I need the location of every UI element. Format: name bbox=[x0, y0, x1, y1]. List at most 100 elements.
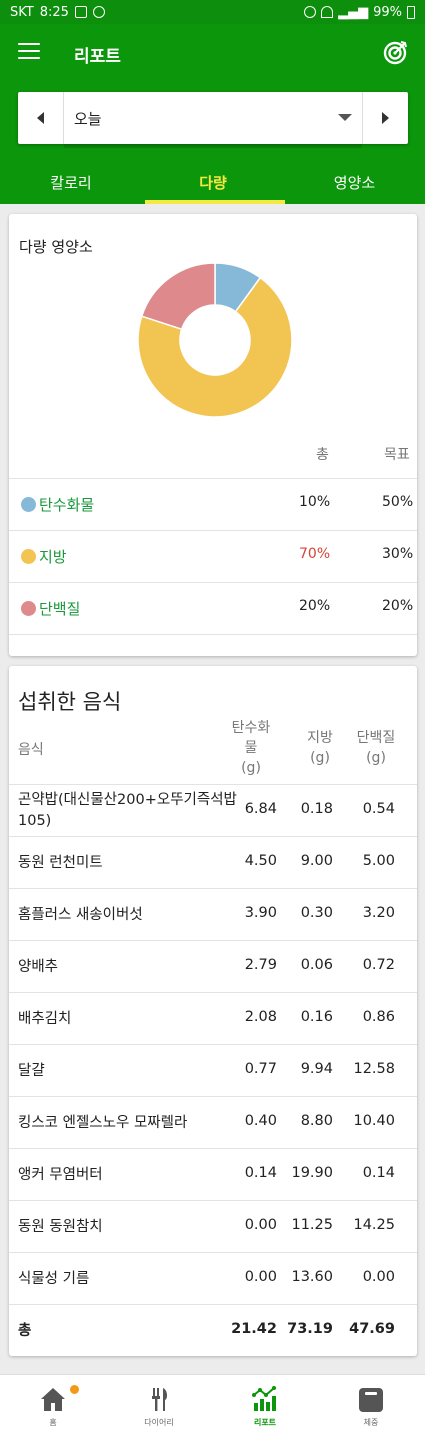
dropdown-arrow-icon bbox=[338, 114, 352, 121]
food-fat: 9.00 bbox=[300, 853, 333, 869]
dropdown-shadow bbox=[64, 144, 362, 148]
header-carbs-unit: (g) bbox=[241, 760, 261, 776]
food-protein: 12.58 bbox=[353, 1061, 395, 1077]
food-name: 동원 런천미트 bbox=[18, 854, 103, 871]
nav-weight-label: 체중 bbox=[363, 1418, 379, 1427]
report-icon bbox=[252, 1386, 276, 1411]
food-name: 식물성 기름 bbox=[18, 1270, 90, 1287]
food-carbs: 0.00 bbox=[244, 1217, 277, 1233]
gallery-icon bbox=[74, 6, 87, 18]
total-fat: 73.19 bbox=[287, 1321, 333, 1337]
nav-report[interactable]: 리포트 bbox=[212, 1375, 318, 1440]
food-fat: 0.18 bbox=[300, 801, 333, 817]
goal-button[interactable] bbox=[383, 39, 409, 65]
table-row[interactable]: 킹스코 엔젤스노우 모짜렐라 0.40 8.80 10.40 bbox=[9, 1096, 417, 1148]
food-fat: 11.25 bbox=[291, 1217, 333, 1233]
food-name: 양배추 bbox=[18, 958, 59, 975]
table-row[interactable]: 달걀 0.77 9.94 12.58 bbox=[9, 1044, 417, 1096]
date-selector: 오늘 bbox=[18, 92, 408, 148]
macro-goal: 30% bbox=[382, 546, 414, 562]
nav-home-label: 홈 bbox=[49, 1418, 57, 1427]
food-protein: 3.20 bbox=[362, 905, 395, 921]
tab-macros[interactable]: 다량 bbox=[142, 160, 284, 204]
nav-diary[interactable]: 다이어리 bbox=[106, 1375, 212, 1440]
macro-row-protein[interactable]: 단백질 20% 20% bbox=[9, 582, 417, 634]
food-fat: 8.80 bbox=[300, 1113, 333, 1129]
header-carbs: 탄수화 물 (g) bbox=[225, 718, 277, 778]
notification-badge bbox=[70, 1385, 79, 1394]
food-carbs: 0.00 bbox=[244, 1269, 277, 1285]
nav-home[interactable]: 홈 bbox=[0, 1375, 106, 1440]
food-protein: 14.25 bbox=[353, 1217, 395, 1233]
tab-nutrients[interactable]: 영양소 bbox=[284, 160, 425, 204]
food-name: 배추김치 bbox=[18, 1010, 72, 1027]
tab-calories[interactable]: 칼로리 bbox=[0, 160, 142, 204]
table-row[interactable]: 동원 동원참치 0.00 11.25 14.25 bbox=[9, 1200, 417, 1252]
macro-total: 70% bbox=[299, 546, 331, 562]
shield-icon bbox=[92, 6, 105, 18]
header-protein-label: 단백질 bbox=[356, 730, 396, 746]
diary-icon bbox=[152, 1388, 168, 1411]
date-dropdown-value: 오늘 bbox=[74, 110, 102, 128]
chevron-right-icon bbox=[382, 112, 389, 124]
column-goal-header: 목표 bbox=[384, 447, 410, 463]
macro-name: 탄수화물 bbox=[39, 496, 95, 514]
battery-icon bbox=[407, 5, 415, 19]
report-header: 오늘 칼로리 다량 영양소 bbox=[0, 82, 425, 204]
header-protein: 단백질 (g) bbox=[352, 728, 400, 768]
table-row[interactable]: 배추김치 2.08 0.16 0.86 bbox=[9, 992, 417, 1044]
total-protein: 47.69 bbox=[349, 1321, 395, 1337]
food-fat: 0.06 bbox=[300, 957, 333, 973]
next-date-button[interactable] bbox=[362, 92, 408, 144]
food-name: 동원 동원참치 bbox=[18, 1218, 103, 1235]
food-carbs: 2.08 bbox=[244, 1009, 277, 1025]
food-protein: 0.72 bbox=[362, 957, 395, 973]
clock: 8:25 bbox=[39, 4, 69, 20]
date-dropdown[interactable]: 오늘 bbox=[64, 92, 362, 144]
alarm-icon bbox=[304, 6, 317, 18]
nav-report-label: 리포트 bbox=[253, 1418, 277, 1427]
macro-total: 10% bbox=[299, 494, 331, 510]
protein-color-dot bbox=[21, 601, 36, 616]
status-bar: SKT 8:25 ▂▄▆ 99% bbox=[0, 0, 425, 24]
food-protein: 0.54 bbox=[362, 801, 395, 817]
table-row[interactable]: 앵커 무염버터 0.14 19.90 0.14 bbox=[9, 1148, 417, 1200]
food-fat: 13.60 bbox=[291, 1269, 333, 1285]
report-tabs: 칼로리 다량 영양소 bbox=[0, 160, 425, 204]
table-row[interactable]: 식물성 기름 0.00 13.60 0.00 bbox=[9, 1252, 417, 1304]
scale-icon bbox=[359, 1388, 383, 1412]
foods-table-header: 음식 탄수화 물 (g) 지방 (g) 단백질 (g) bbox=[9, 718, 417, 784]
header-fat-unit: (g) bbox=[310, 750, 330, 766]
food-name: 곤약밥(대신물산200+오뚜기즉석밥105) bbox=[18, 792, 237, 829]
food-protein: 10.40 bbox=[353, 1113, 395, 1129]
food-name: 앵커 무염버터 bbox=[18, 1166, 103, 1183]
table-row[interactable]: 동원 런천미트 4.50 9.00 5.00 bbox=[9, 836, 417, 888]
active-tab-indicator bbox=[145, 200, 285, 204]
macro-total: 20% bbox=[299, 598, 331, 614]
macro-goal: 50% bbox=[382, 494, 414, 510]
header-food: 음식 bbox=[18, 742, 44, 758]
table-row[interactable]: 곤약밥(대신물산200+오뚜기즉석밥105) 6.84 0.18 0.54 bbox=[9, 784, 417, 836]
app-bar: 리포트 bbox=[0, 24, 425, 82]
table-row[interactable]: 홈플러스 새송이버섯 3.90 0.30 3.20 bbox=[9, 888, 417, 940]
food-carbs: 6.84 bbox=[244, 801, 277, 817]
home-icon bbox=[41, 1388, 65, 1411]
header-carbs-line1: 탄수화 bbox=[231, 720, 271, 736]
food-name: 홈플러스 새송이버섯 bbox=[18, 906, 143, 923]
donut-slice-protein bbox=[140, 262, 216, 331]
macro-row-fat[interactable]: 지방 70% 30% bbox=[9, 530, 417, 582]
food-carbs: 4.50 bbox=[244, 853, 277, 869]
food-name: 킹스코 엔젤스노우 모짜렐라 bbox=[18, 1114, 188, 1131]
food-fat: 0.16 bbox=[300, 1009, 333, 1025]
previous-date-button[interactable] bbox=[18, 92, 64, 144]
food-protein: 0.00 bbox=[362, 1269, 395, 1285]
carbs-color-dot bbox=[21, 497, 36, 512]
column-total-header: 총 bbox=[316, 447, 329, 463]
menu-button[interactable] bbox=[18, 43, 40, 61]
table-row[interactable]: 양배추 2.79 0.06 0.72 bbox=[9, 940, 417, 992]
macro-row-carbs[interactable]: 탄수화물 10% 50% bbox=[9, 478, 417, 530]
page-title: 리포트 bbox=[74, 47, 121, 67]
macro-name: 단백질 bbox=[39, 600, 81, 618]
total-carbs: 21.42 bbox=[231, 1321, 277, 1337]
nav-weight[interactable]: 체중 bbox=[318, 1375, 424, 1440]
